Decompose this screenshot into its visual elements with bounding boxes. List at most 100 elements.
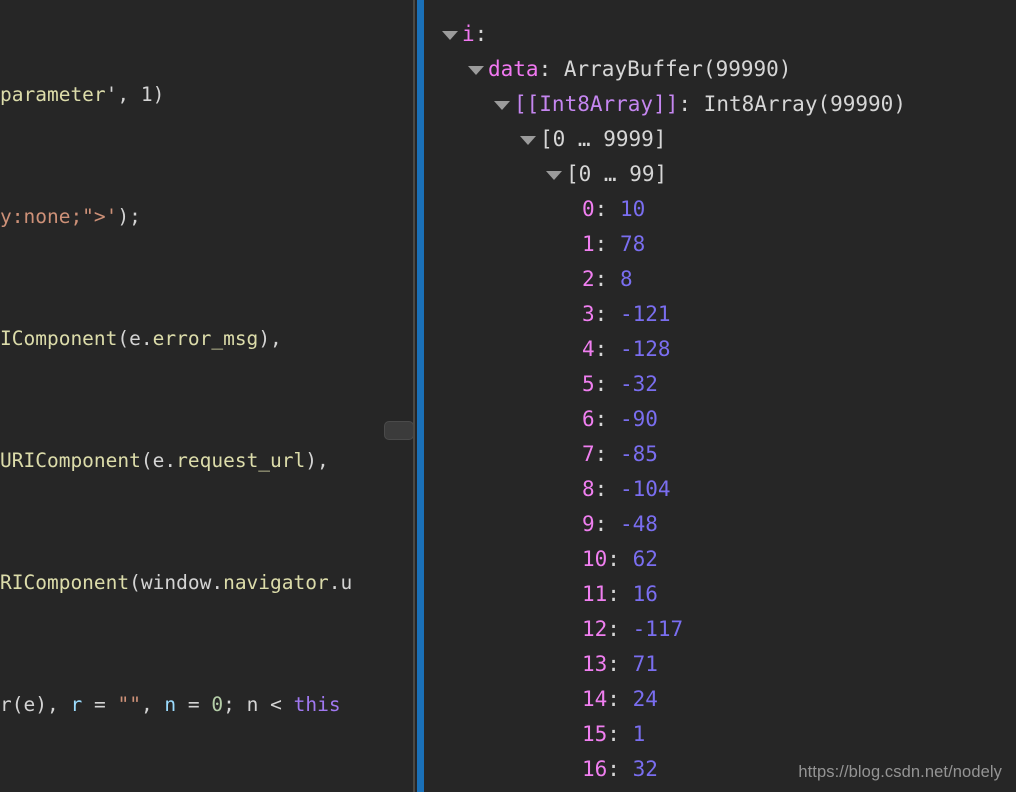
tree-key: [[Int8Array]]: [514, 92, 679, 116]
array-entry-index: 0: [582, 197, 595, 221]
array-entry-row[interactable]: 8: -104: [424, 472, 1016, 507]
array-entry-value: -128: [619, 337, 671, 361]
code-line: RIComponent(window.navigator.u: [0, 570, 353, 594]
array-entry-colon: :: [594, 407, 620, 431]
array-entry-row[interactable]: 9: -48: [424, 507, 1016, 542]
array-entry-index: 3: [582, 302, 595, 326]
array-entry-index: 5: [582, 372, 595, 396]
array-entry-index: 16: [582, 757, 608, 781]
tree-key: i: [462, 22, 475, 46]
chevron-down-icon[interactable]: [494, 101, 510, 110]
array-entry-row[interactable]: 15: 1: [424, 717, 1016, 752]
array-entry-index: 1: [582, 232, 595, 256]
tree-row-data[interactable]: data: ArrayBuffer(99990): [424, 52, 1016, 87]
tree-value: Int8Array(99990): [703, 92, 906, 116]
array-entry-index: 9: [582, 512, 595, 536]
array-entry-colon: :: [607, 617, 633, 641]
chevron-down-icon[interactable]: [546, 171, 562, 180]
pane-divider-resize-handle[interactable]: [417, 0, 424, 792]
array-entry-value: 32: [632, 757, 658, 781]
array-entry-index: 11: [582, 582, 608, 606]
tree-row-bucket-0-9999[interactable]: [0 … 9999]: [424, 122, 1016, 157]
array-entry-colon: :: [594, 442, 620, 466]
array-entry-row[interactable]: 2: 8: [424, 262, 1016, 297]
array-entry-value: 62: [632, 547, 658, 571]
array-entry-value: -85: [619, 442, 658, 466]
watermark-url: https://blog.csdn.net/nodely: [798, 763, 1002, 781]
code-line: y:none;">');: [0, 204, 141, 228]
array-entry-index: 13: [582, 652, 608, 676]
tree-colon: :: [538, 57, 564, 81]
tree-row-i[interactable]: i:: [424, 17, 1016, 52]
array-entry-colon: :: [607, 582, 633, 606]
array-entry-value: 71: [632, 652, 658, 676]
array-entry-index: 2: [582, 267, 595, 291]
array-entry-row[interactable]: 4: -128: [424, 332, 1016, 367]
array-entry-value: 8: [619, 267, 633, 291]
code-line-list: parameter', 1) y:none;">'); IComponent(e…: [0, 0, 414, 792]
array-entry-colon: :: [594, 372, 620, 396]
array-entry-colon: :: [607, 722, 633, 746]
array-entry-list: 0: 10 1: 78 2: 83: -121 4: -128 5: -32 6: -90…: [424, 192, 1016, 787]
array-entry-value: -104: [619, 477, 671, 501]
array-entry-index: 6: [582, 407, 595, 431]
array-entry-value: -117: [632, 617, 684, 641]
array-entry-row[interactable]: 0: 10: [424, 192, 1016, 227]
tree-row-int8array-slot[interactable]: [[Int8Array]]: Int8Array(99990): [424, 87, 1016, 122]
tree-key: data: [488, 57, 539, 81]
pane-divider-line: [413, 0, 415, 792]
array-entry-colon: :: [594, 302, 620, 326]
tree-bucket-label: [0 … 99]: [566, 162, 668, 186]
tree-bucket-label: [0 … 9999]: [540, 127, 667, 151]
array-entry-row[interactable]: 11: 16: [424, 577, 1016, 612]
chevron-down-icon[interactable]: [468, 66, 484, 75]
array-entry-row[interactable]: 3: -121: [424, 297, 1016, 332]
array-entry-index: 15: [582, 722, 608, 746]
array-entry-value: 24: [632, 687, 658, 711]
array-entry-colon: :: [594, 337, 620, 361]
tree-row-bucket-0-99[interactable]: [0 … 99]: [424, 157, 1016, 192]
editor-vertical-scrollbar[interactable]: [384, 0, 414, 792]
editor-scrollbar-thumb[interactable]: [384, 421, 414, 440]
array-entry-row[interactable]: 10: 62: [424, 542, 1016, 577]
chevron-down-icon[interactable]: [520, 136, 536, 145]
array-entry-row[interactable]: 12: -117: [424, 612, 1016, 647]
array-entry-colon: :: [594, 232, 620, 256]
array-entry-colon: :: [607, 547, 633, 571]
array-entry-row[interactable]: 7: -85: [424, 437, 1016, 472]
object-inspector-tree-pane[interactable]: i: data: ArrayBuffer(99990) [[Int8Array]…: [424, 0, 1016, 792]
array-entry-index: 7: [582, 442, 595, 466]
array-entry-index: 8: [582, 477, 595, 501]
array-entry-index: 10: [582, 547, 608, 571]
array-entry-index: 14: [582, 687, 608, 711]
array-entry-value: -32: [619, 372, 658, 396]
array-entry-value: -48: [619, 512, 658, 536]
array-entry-colon: :: [607, 652, 633, 676]
tree-colon: :: [678, 92, 704, 116]
array-entry-row[interactable]: 5: -32: [424, 367, 1016, 402]
code-line: IComponent(e.error_msg),: [0, 326, 282, 350]
array-entry-colon: :: [594, 267, 620, 291]
array-entry-colon: :: [594, 197, 620, 221]
code-line: URIComponent(e.request_url),: [0, 448, 329, 472]
code-line: parameter', 1): [0, 82, 165, 106]
tree-colon: :: [474, 22, 488, 46]
array-entry-colon: :: [607, 687, 633, 711]
tree-value: ArrayBuffer(99990): [563, 57, 792, 81]
code-line: r(e), r = "", n = 0; n < this: [0, 692, 341, 716]
chevron-down-icon[interactable]: [442, 31, 458, 40]
array-entry-row[interactable]: 14: 24: [424, 682, 1016, 717]
array-entry-colon: :: [594, 512, 620, 536]
array-entry-colon: :: [594, 477, 620, 501]
array-entry-value: 10: [619, 197, 646, 221]
array-entry-value: -121: [619, 302, 671, 326]
array-entry-index: 4: [582, 337, 595, 361]
array-entry-value: 1: [632, 722, 646, 746]
array-entry-row[interactable]: 6: -90: [424, 402, 1016, 437]
source-code-editor-pane[interactable]: parameter', 1) y:none;">'); IComponent(e…: [0, 0, 414, 792]
devtools-debugger-screen: parameter', 1) y:none;">'); IComponent(e…: [0, 0, 1016, 792]
array-entry-colon: :: [607, 757, 633, 781]
array-entry-index: 12: [582, 617, 608, 641]
array-entry-row[interactable]: 1: 78: [424, 227, 1016, 262]
array-entry-row[interactable]: 13: 71: [424, 647, 1016, 682]
